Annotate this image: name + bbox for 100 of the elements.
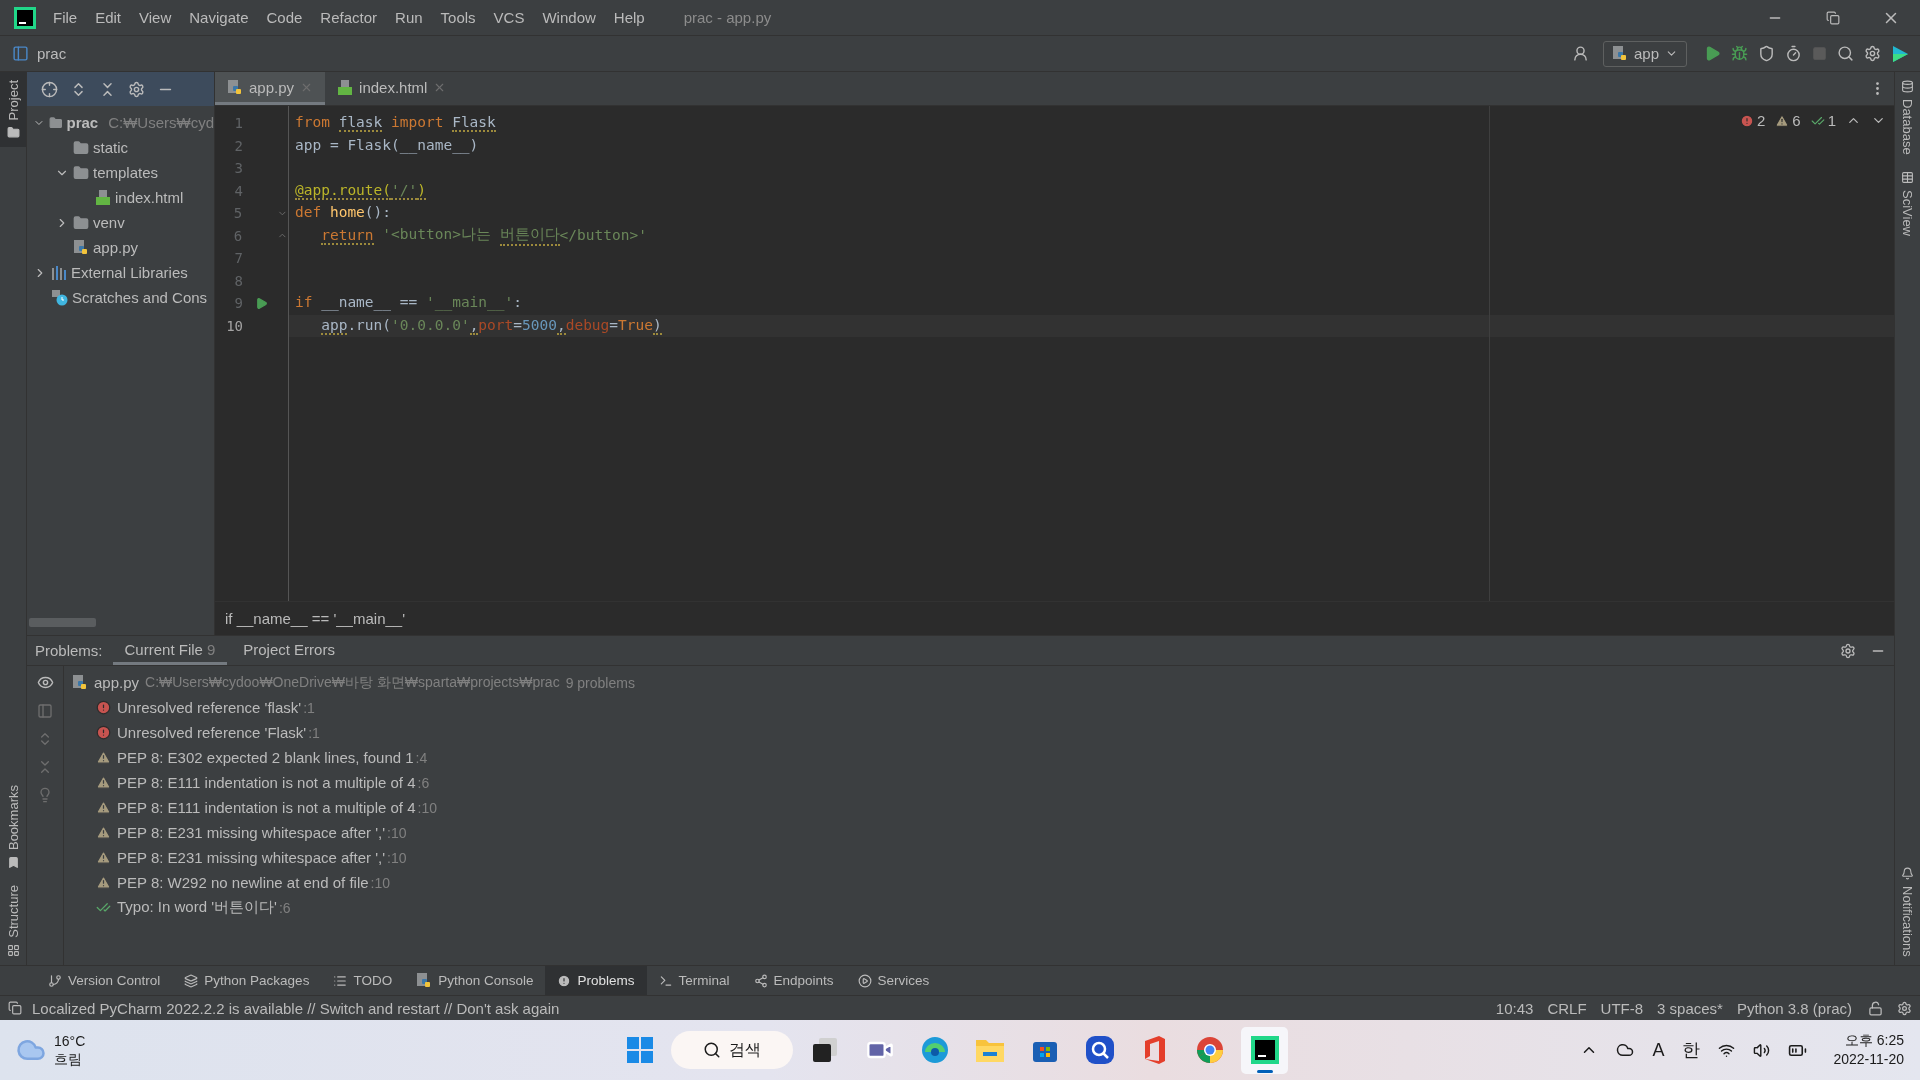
task-view-icon[interactable] (810, 1036, 839, 1064)
magnifier-app-icon[interactable] (1084, 1035, 1115, 1065)
tool-window-tab[interactable]: Services (845, 966, 942, 995)
code-token: import (390, 114, 445, 133)
menu-item[interactable]: Window (533, 9, 605, 26)
folder-icon[interactable] (974, 1037, 1005, 1063)
menu-item[interactable]: Refactor (311, 9, 387, 26)
problem-item[interactable]: Unresolved reference 'Flask' (117, 724, 307, 741)
temperature[interactable]: 16°C (54, 1032, 86, 1050)
editor-tab[interactable]: app.py (215, 72, 326, 105)
tree-item[interactable]: External Libraries (71, 264, 188, 281)
tool-window-button[interactable]: Database (1895, 72, 1920, 163)
input-indicator[interactable]: 한 (1682, 1038, 1701, 1062)
locate-icon[interactable] (41, 80, 58, 98)
eye-icon[interactable] (36, 674, 54, 691)
browser-icon[interactable] (919, 1035, 950, 1065)
tool-window-tab[interactable]: Terminal (646, 966, 742, 995)
cloud-icon[interactable] (1616, 1041, 1635, 1059)
tool-window-button[interactable]: Structure (0, 877, 26, 965)
tool-window-button[interactable]: Project (0, 72, 26, 148)
menu-item[interactable]: File (44, 9, 87, 26)
settings-icon[interactable] (128, 80, 145, 98)
problem-item[interactable]: PEP 8: E231 missing whitespace after ',' (117, 824, 386, 841)
tool-window-tab[interactable]: Endpoints (741, 966, 846, 995)
settings-icon[interactable] (1840, 642, 1856, 659)
pycharm-icon[interactable] (1249, 1035, 1280, 1065)
problem-item[interactable]: PEP 8: E231 missing whitespace after ',' (117, 849, 386, 866)
tree-item[interactable]: app.py (93, 239, 139, 256)
search-field[interactable]: 검색 (671, 1031, 793, 1069)
plugin-logo-icon[interactable] (1891, 44, 1909, 63)
status-item[interactable]: Python 3.8 (prac) (1736, 999, 1852, 1017)
breadcrumb[interactable]: prac (37, 45, 67, 62)
window-title: prac - app.py (683, 9, 772, 26)
windows-icon[interactable] (625, 1036, 654, 1064)
tool-window-button[interactable]: Notifications (1895, 859, 1920, 965)
line-number: 6 (232, 227, 243, 244)
menu-item[interactable]: Help (604, 9, 654, 26)
problem-count: 9 problems (565, 674, 635, 691)
tool-window-tab[interactable]: Version Control (36, 966, 173, 995)
user-icon[interactable] (1571, 45, 1589, 62)
run-icon[interactable] (1704, 45, 1721, 62)
panel-tab[interactable]: Project Errors (231, 636, 347, 665)
status-icon[interactable] (8, 1001, 22, 1015)
menu-item[interactable]: Code (257, 9, 312, 26)
menu-item[interactable]: Run (386, 9, 432, 26)
status-item[interactable]: UTF-8 (1600, 999, 1644, 1017)
tool-window-tab[interactable]: Python Packages (172, 966, 322, 995)
input-indicator[interactable]: A (1652, 1039, 1665, 1061)
warning-count[interactable]: 6 (1792, 112, 1801, 129)
warning-icon (96, 800, 111, 815)
menu-item[interactable]: Tools (431, 9, 485, 26)
problem-item[interactable]: PEP 8: E111 indentation is not a multiple of 4 (117, 774, 416, 791)
clock-date[interactable]: 2022-11-20 (1833, 1050, 1904, 1069)
tool-window-tab[interactable]: Problems (545, 966, 647, 995)
profile-icon[interactable] (1785, 45, 1802, 62)
tool-window-button[interactable]: Bookmarks (0, 777, 26, 878)
restore-icon[interactable] (1826, 10, 1840, 25)
weather-condition[interactable]: 흐림 (54, 1050, 86, 1068)
tree-item[interactable]: venv (93, 214, 125, 231)
tree-item[interactable]: prac (66, 114, 99, 131)
tool-window-tab[interactable]: Python Console (404, 966, 546, 995)
settings-icon[interactable] (1864, 45, 1881, 62)
endpoints-icon (753, 973, 768, 988)
menu-item[interactable]: Navigate (180, 9, 258, 26)
status-message[interactable]: Localized PyCharm 2022.2.2 is available // Switch and restart // Don't ask again (32, 999, 560, 1017)
clock-time[interactable]: 오후 6:25 (1844, 1031, 1904, 1050)
run-gutter-icon[interactable] (254, 296, 268, 310)
search-icon[interactable] (1837, 45, 1854, 62)
menu-item[interactable]: View (130, 9, 181, 26)
run-config-dropdown[interactable]: app (1602, 40, 1687, 67)
scrollbar-thumb[interactable] (29, 618, 96, 627)
unlock-icon[interactable] (1868, 1000, 1883, 1016)
problem-item[interactable]: PEP 8: E302 expected 2 blank lines, found 1 (117, 749, 414, 766)
file-name[interactable]: app.py (94, 674, 140, 691)
project-icon (12, 45, 29, 62)
menu-item[interactable]: Edit (86, 9, 131, 26)
volume-icon[interactable] (1753, 1041, 1771, 1059)
status-item[interactable]: 10:43 (1495, 999, 1534, 1017)
menu-item[interactable]: VCS (484, 9, 534, 26)
tree-item[interactable]: static (93, 139, 128, 156)
problem-item[interactable]: Typo: In word '버튼이다' (117, 898, 277, 917)
status-item[interactable]: 3 spaces* (1657, 999, 1723, 1017)
panel-tab[interactable]: Current File 9 (112, 636, 228, 665)
coverage-icon[interactable] (1758, 45, 1775, 62)
debug-icon[interactable] (1731, 45, 1748, 62)
tool-window-button[interactable]: SciView (1895, 162, 1920, 244)
typo-count[interactable]: 1 (1827, 112, 1836, 129)
error-count[interactable]: 2 (1756, 112, 1766, 129)
status-item[interactable]: CRLF (1547, 999, 1587, 1017)
bell-icon (1901, 867, 1914, 881)
tree-item[interactable]: Scratches and Cons (72, 289, 208, 306)
tree-item[interactable]: templates (93, 164, 159, 181)
tool-window-tab[interactable]: TODO (321, 966, 405, 995)
problem-item[interactable]: PEP 8: E111 indentation is not a multiple of 4 (117, 799, 416, 816)
problem-item[interactable]: PEP 8: W292 no newline at end of file (117, 874, 369, 891)
tree-item[interactable]: index.html (115, 189, 184, 206)
editor-tab[interactable]: index.html (325, 72, 459, 105)
settings-icon[interactable] (1897, 1000, 1912, 1016)
problem-item[interactable]: Unresolved reference 'flask' (117, 699, 302, 716)
chrome-icon[interactable] (1194, 1035, 1225, 1065)
